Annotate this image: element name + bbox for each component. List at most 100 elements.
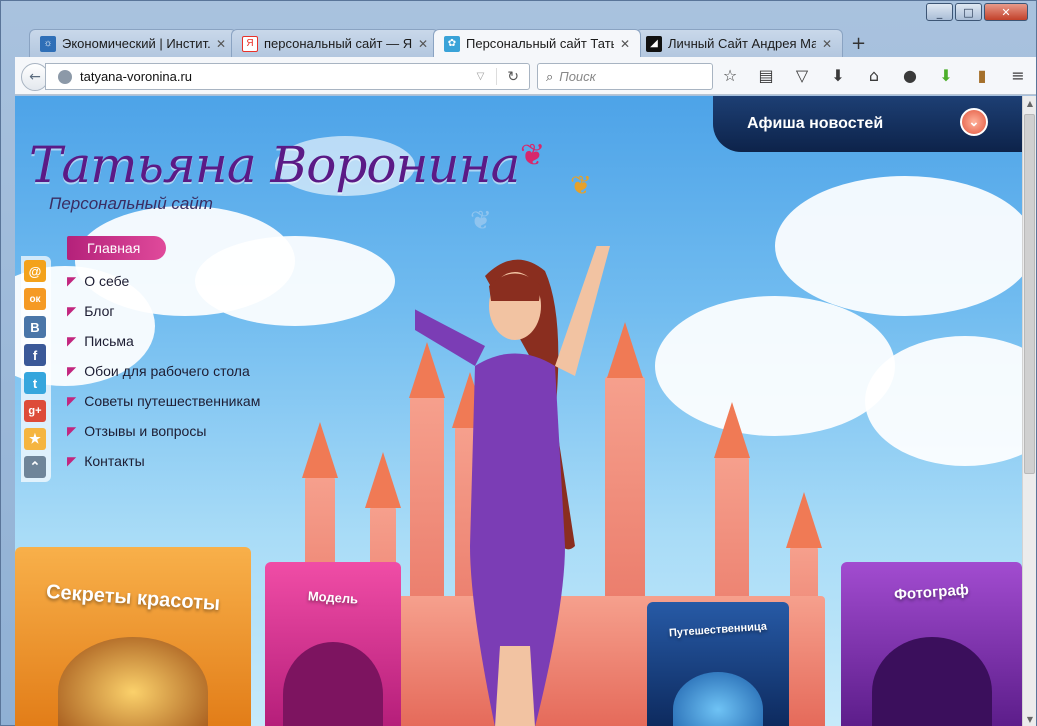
castle-roof: [302, 422, 338, 478]
menu-item-letters[interactable]: ◤ Письма: [67, 326, 260, 356]
toolbar-icons: ☆ ▤ ▽ ⬇ ⌂ ● ⬇ ▮ ≡: [719, 64, 1029, 86]
news-afisha-button[interactable]: Афиша новостей ⌄: [713, 96, 1022, 152]
scroll-top-icon[interactable]: ⌃: [24, 456, 46, 478]
card-arch: [871, 637, 992, 726]
menu-item-reviews[interactable]: ◤ Отзывы и вопросы: [67, 416, 260, 446]
menu-item-blog[interactable]: ◤ Блог: [67, 296, 260, 326]
castle-roof: [786, 492, 822, 548]
bookmark-star-icon[interactable]: ☆: [719, 64, 741, 86]
favorites-icon[interactable]: ★: [24, 428, 46, 450]
search-icon: ⌕: [546, 68, 554, 84]
menu-item-label: Отзывы и вопросы: [84, 423, 207, 439]
scroll-down-icon[interactable]: ▼: [1025, 715, 1035, 724]
card-arch: [283, 642, 383, 726]
menu-item-label: Блог: [84, 303, 115, 319]
vkontakte-icon[interactable]: В: [24, 316, 46, 338]
castle-roof: [714, 402, 750, 458]
cloud: [655, 296, 895, 436]
addon-download-icon[interactable]: ⬇: [935, 64, 957, 86]
url-bar[interactable]: tatyana-voronina.ru ▽ ↻: [45, 63, 530, 90]
menu-item-home[interactable]: Главная: [67, 236, 167, 260]
card-photographer[interactable]: Фотограф: [841, 562, 1022, 726]
menu-item-label: Контакты: [84, 453, 145, 469]
chat-icon[interactable]: ●: [899, 64, 921, 86]
tab-strip: ☼ Экономический | Инстит... ✕ Я персонал…: [29, 27, 866, 57]
menu-item-label: О себе: [84, 273, 130, 289]
site-title[interactable]: Татьяна Воронина: [29, 136, 520, 194]
card-label: Фотограф: [893, 581, 970, 604]
close-tab-icon[interactable]: ✕: [418, 37, 428, 51]
menu-bullet-icon: ◤: [67, 364, 77, 378]
menu-item-label: Советы путешественникам: [84, 393, 261, 409]
menu-icon[interactable]: ≡: [1007, 64, 1029, 86]
reload-icon[interactable]: ↻: [496, 68, 529, 85]
close-tab-icon[interactable]: ✕: [216, 37, 226, 51]
tab-title: Экономический | Инстит...: [62, 36, 210, 51]
menu-bullet-icon: ◤: [67, 274, 77, 288]
minimize-button[interactable]: _: [926, 3, 953, 21]
twitter-icon[interactable]: t: [24, 372, 46, 394]
search-placeholder: Поиск: [559, 69, 596, 84]
close-tab-icon[interactable]: ✕: [822, 37, 832, 51]
navigation-toolbar: ← tatyana-voronina.ru ▽ ↻ ⌕ Поиск ☆ ▤ ▽ …: [15, 57, 1036, 95]
browser-window: _ □ ✕ ☼ Экономический | Инстит... ✕ Я пе…: [0, 0, 1037, 726]
card-arch: [58, 637, 208, 726]
tab-title: Личный Сайт Андрея Ма...: [668, 36, 816, 51]
scroll-up-icon[interactable]: ▲: [1025, 99, 1035, 108]
tab-title: Персональный сайт Тать...: [466, 36, 614, 51]
card-model[interactable]: Модель: [265, 562, 401, 726]
odnoklassniki-icon[interactable]: ок: [24, 288, 46, 310]
site-identity-icon[interactable]: [58, 69, 72, 84]
menu-item-label: Письма: [84, 333, 134, 349]
tab-andrey[interactable]: ◢ Личный Сайт Андрея Ма... ✕: [635, 29, 843, 57]
download-icon[interactable]: ⬇: [827, 64, 849, 86]
card-traveler[interactable]: Путешественница: [647, 602, 789, 726]
maximize-button[interactable]: □: [955, 3, 982, 21]
chevron-down-icon[interactable]: ⌄: [960, 108, 988, 136]
menu-bullet-icon: ◤: [67, 304, 77, 318]
tab-yandex[interactable]: Я персональный сайт — Я... ✕: [231, 29, 439, 57]
vertical-scrollbar[interactable]: ▲ ▼: [1022, 96, 1036, 726]
tab-favicon-icon: Я: [242, 35, 258, 52]
bookmark-folder-icon[interactable]: ▮: [971, 64, 993, 86]
card-label: Путешественница: [668, 620, 768, 640]
tab-title: персональный сайт — Я...: [264, 36, 412, 51]
mail-icon[interactable]: @: [24, 260, 46, 282]
castle-roof: [365, 452, 401, 508]
new-tab-button[interactable]: +: [851, 29, 866, 57]
menu-bullet-icon: ◤: [67, 394, 77, 408]
url-dropdown-icon[interactable]: ▽: [477, 71, 485, 82]
reader-icon[interactable]: ▤: [755, 64, 777, 86]
facebook-icon[interactable]: f: [24, 344, 46, 366]
main-menu: Главная ◤ О себе ◤ Блог ◤ Письма ◤ Обои для …: [67, 236, 260, 476]
menu-item-wallpapers[interactable]: ◤ Обои для рабочего стола: [67, 356, 260, 386]
search-input[interactable]: ⌕ Поиск: [537, 63, 713, 90]
close-window-button[interactable]: ✕: [984, 3, 1028, 21]
butterfly-icon: ❦: [470, 206, 492, 236]
google-plus-icon[interactable]: g+: [24, 400, 46, 422]
menu-item-label: Обои для рабочего стола: [84, 363, 250, 379]
menu-item-about[interactable]: ◤ О себе: [67, 266, 260, 296]
back-arrow-icon: ←: [29, 69, 41, 85]
window-controls: _ □ ✕: [926, 3, 1028, 21]
pocket-icon[interactable]: ▽: [791, 64, 813, 86]
close-tab-icon[interactable]: ✕: [620, 37, 630, 51]
page-content: Татьяна Воронина Персональный сайт ❦ ❦ ❦…: [15, 96, 1022, 726]
card-label: Модель: [307, 588, 359, 607]
menu-bullet-icon: ◤: [67, 424, 77, 438]
menu-item-contacts[interactable]: ◤ Контакты: [67, 446, 260, 476]
scrollbar-thumb[interactable]: [1024, 114, 1035, 474]
site-subtitle: Персональный сайт: [49, 194, 213, 213]
butterfly-icon: ❦: [520, 138, 546, 173]
tab-favicon-icon: ✿: [444, 35, 460, 52]
menu-item-travel-tips[interactable]: ◤ Советы путешественникам: [67, 386, 260, 416]
cloud: [775, 176, 1022, 316]
card-arch: [673, 672, 763, 726]
social-sidebar: @ ок В f t g+ ★ ⌃: [21, 256, 51, 482]
home-icon[interactable]: ⌂: [863, 64, 885, 86]
card-beauty-secrets[interactable]: Секреты красоты: [15, 547, 251, 726]
url-text[interactable]: tatyana-voronina.ru: [80, 69, 477, 84]
hero-portrait: [415, 246, 610, 726]
tab-economic[interactable]: ☼ Экономический | Инстит... ✕: [29, 29, 237, 57]
tab-tatyana[interactable]: ✿ Персональный сайт Тать... ✕: [433, 29, 641, 57]
